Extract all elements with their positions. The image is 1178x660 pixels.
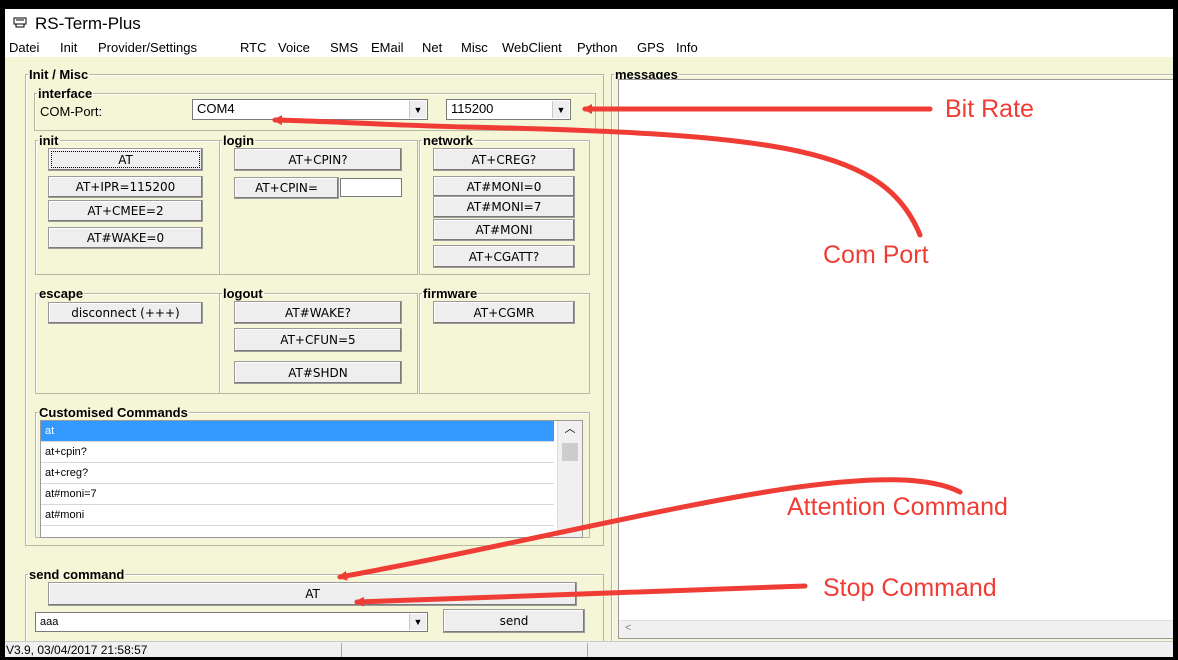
list-item[interactable]: at#moni — [41, 505, 554, 526]
com-port-label: COM-Port: — [40, 104, 103, 119]
status-bar: V3.9, 03/04/2017 21:58:57 — [5, 641, 1173, 657]
logout-title: logout — [223, 286, 263, 301]
app-icon — [13, 17, 27, 28]
list-item[interactable]: at+cpin? — [41, 442, 554, 463]
at-shdn-button[interactable]: AT#SHDN — [234, 361, 402, 384]
list-scrollbar[interactable]: ︿ — [557, 421, 582, 537]
attention-annotation: Attention Command — [787, 493, 1008, 521]
stop-annotation: Stop Command — [823, 574, 997, 602]
at-cpin-query-button[interactable]: AT+CPIN? — [234, 148, 402, 171]
window-title: RS-Term-Plus — [35, 14, 141, 33]
at-cgmr-button[interactable]: AT+CGMR — [433, 301, 575, 324]
version-label: V3.9, 03/04/2017 21:58:57 — [6, 643, 148, 657]
at-moni-button[interactable]: AT#MONI — [433, 219, 575, 241]
chevron-down-icon[interactable]: ▼ — [552, 101, 569, 118]
chevron-down-icon[interactable]: ▼ — [409, 614, 426, 630]
app-window: RS-Term-Plus Datei Init Provider/Setting… — [5, 9, 1173, 657]
send-command-title: send command — [29, 567, 125, 582]
menu-info[interactable]: Info — [676, 40, 698, 55]
scrollbar-thumb[interactable] — [562, 443, 578, 461]
list-item[interactable]: at#moni=7 — [41, 484, 554, 505]
baud-rate-value: 115200 — [451, 101, 494, 116]
menu-misc[interactable]: Misc — [461, 40, 488, 55]
menu-datei[interactable]: Datei — [9, 40, 39, 55]
scroll-up-icon[interactable]: ︿ — [558, 421, 582, 438]
menu-rtc[interactable]: RTC — [240, 40, 266, 55]
pin-input[interactable] — [340, 178, 402, 197]
at-wake-0-button[interactable]: AT#WAKE=0 — [48, 227, 203, 249]
at-wake-query-button[interactable]: AT#WAKE? — [234, 301, 402, 324]
menu-provider-settings[interactable]: Provider/Settings — [98, 40, 197, 55]
last-command-button[interactable]: AT — [48, 582, 577, 606]
command-input-value: aaa — [40, 616, 59, 628]
status-divider — [341, 643, 342, 657]
scroll-left-icon[interactable]: < — [625, 622, 631, 634]
init-misc-title: Init / Misc — [29, 67, 89, 82]
custom-commands-list[interactable]: at at+cpin? at+creg? at#moni=7 at#moni ︿ — [40, 420, 583, 538]
title-bar: RS-Term-Plus — [5, 9, 1173, 37]
command-input[interactable]: aaa ▼ — [35, 612, 428, 632]
com-port-annotation: Com Port — [823, 241, 929, 269]
menu-email[interactable]: EMail — [371, 40, 404, 55]
escape-title: escape — [39, 286, 84, 301]
menu-voice[interactable]: Voice — [278, 40, 310, 55]
at-cfun-button[interactable]: AT+CFUN=5 — [234, 328, 402, 352]
init-title: init — [39, 133, 59, 148]
menu-net[interactable]: Net — [422, 40, 442, 55]
login-title: login — [223, 133, 255, 148]
at-cpin-set-button[interactable]: AT+CPIN= — [234, 177, 339, 199]
menu-python[interactable]: Python — [577, 40, 617, 55]
at-button[interactable]: AT — [48, 148, 203, 171]
menu-gps[interactable]: GPS — [637, 40, 664, 55]
menu-sms[interactable]: SMS — [330, 40, 358, 55]
menu-init[interactable]: Init — [60, 40, 77, 55]
customised-commands-title: Customised Commands — [39, 405, 188, 420]
com-port-select[interactable]: COM4 ▼ — [192, 99, 428, 120]
at-creg-button[interactable]: AT+CREG? — [433, 148, 575, 171]
chevron-down-icon[interactable]: ▼ — [409, 101, 426, 118]
list-item[interactable]: at — [41, 421, 554, 442]
at-cmee-button[interactable]: AT+CMEE=2 — [48, 200, 203, 222]
com-port-value: COM4 — [197, 101, 235, 116]
firmware-title: firmware — [423, 286, 478, 301]
status-divider — [587, 643, 588, 657]
at-ipr-button[interactable]: AT+IPR=115200 — [48, 176, 203, 198]
network-title: network — [423, 133, 473, 148]
disconnect-button[interactable]: disconnect (+++) — [48, 302, 203, 324]
at-moni-0-button[interactable]: AT#MONI=0 — [433, 176, 575, 197]
messages-textarea[interactable]: < — [618, 79, 1173, 639]
baud-rate-select[interactable]: 115200 ▼ — [446, 99, 571, 120]
menu-bar: Datei Init Provider/Settings RTC Voice S… — [5, 37, 1173, 57]
interface-title: interface — [38, 86, 93, 101]
send-button[interactable]: send — [443, 609, 585, 633]
at-cgatt-button[interactable]: AT+CGATT? — [433, 245, 575, 268]
menu-webclient[interactable]: WebClient — [502, 40, 562, 55]
messages-hscrollbar[interactable]: < — [619, 620, 1173, 638]
at-moni-7-button[interactable]: AT#MONI=7 — [433, 196, 575, 218]
list-item[interactable]: at+creg? — [41, 463, 554, 484]
bit-rate-annotation: Bit Rate — [945, 95, 1034, 123]
